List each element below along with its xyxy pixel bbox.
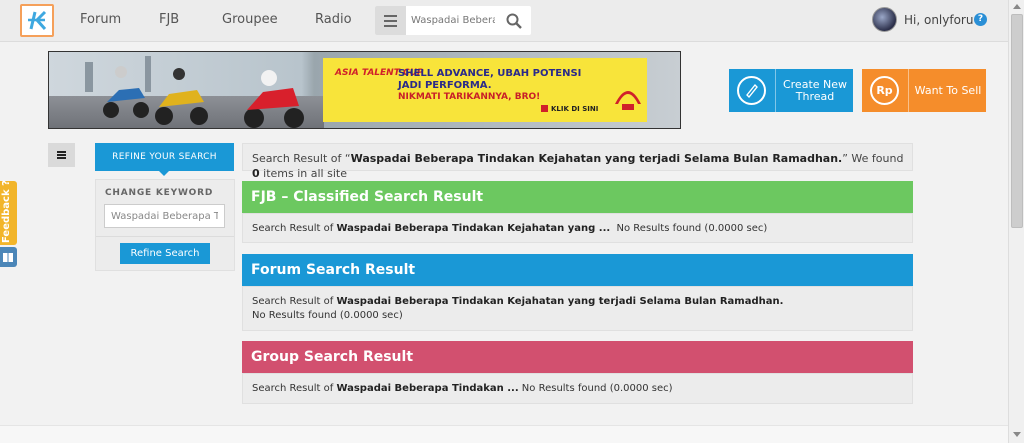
ad-cta-link[interactable]: KLIK DI SINI bbox=[541, 105, 598, 113]
create-new-thread-button[interactable]: Create New Thread bbox=[729, 69, 853, 112]
scroll-down-arrow-icon[interactable] bbox=[1013, 432, 1021, 437]
result-status: No Results found (0.0000 sec) bbox=[252, 310, 403, 321]
result-query: Waspadai Beberapa Tindakan Kejahatan yan… bbox=[336, 296, 784, 307]
nav-forum[interactable]: Forum bbox=[80, 12, 121, 27]
feedback-tab[interactable]: Feedback ? bbox=[0, 180, 17, 245]
result-status: No Results found (0.0000 sec) bbox=[610, 223, 768, 234]
ad-banner[interactable]: ASIA TALENT CUP SHELL ADVANCE, UBAH POTE… bbox=[48, 51, 681, 129]
summary-query: Waspadai Beberapa Tindakan Kejahatan yan… bbox=[350, 152, 843, 165]
horizontal-scrollbar[interactable] bbox=[0, 425, 1008, 443]
search-category-menu-button[interactable] bbox=[375, 6, 406, 35]
top-navbar: Forum FJB Groupee Radio Hi, onlyforu ? bbox=[0, 0, 1008, 42]
want-to-sell-label: Want To Sell bbox=[914, 83, 982, 97]
menu-bar bbox=[384, 20, 397, 22]
vertical-scrollbar[interactable] bbox=[1008, 0, 1024, 443]
forum-section-header: Forum Search Result bbox=[242, 254, 913, 286]
menu-bar bbox=[384, 15, 397, 17]
menu-bar bbox=[384, 25, 397, 27]
search-summary-text: Search Result of “Waspadai Beberapa Tind… bbox=[252, 151, 907, 181]
group-result-text: Search Result of Waspadai Beberapa Tinda… bbox=[252, 382, 812, 396]
result-prefix: Search Result of bbox=[252, 223, 337, 234]
feedback-label: Feedback ? bbox=[1, 180, 12, 243]
create-thread-label: Create New Thread bbox=[782, 77, 848, 103]
refine-search-panel: CHANGE KEYWORD Refine Search bbox=[95, 179, 235, 271]
nav-groupee[interactable]: Groupee bbox=[222, 12, 278, 27]
avatar[interactable] bbox=[872, 7, 897, 32]
nav-fjb[interactable]: FJB bbox=[159, 12, 179, 27]
result-query: Waspadai Beberapa Tindakan Kejahatan yan… bbox=[336, 223, 611, 234]
logo-k-icon bbox=[28, 10, 47, 30]
scrollbar-thumb[interactable] bbox=[1011, 14, 1023, 228]
ad-headline: SHELL ADVANCE, UBAH POTENSI JADI PERFORM… bbox=[398, 68, 582, 91]
search-icon[interactable] bbox=[505, 12, 523, 30]
menu-bar bbox=[57, 151, 66, 153]
search-box bbox=[375, 6, 531, 35]
pencil-icon bbox=[737, 76, 766, 105]
summary-count: 0 bbox=[252, 167, 260, 180]
rupiah-icon: Rp bbox=[870, 76, 899, 105]
ad-subline: NIKMATI TARIKANNYA, BRO! bbox=[398, 92, 541, 102]
book-icon bbox=[3, 253, 13, 262]
refine-search-tab[interactable]: REFINE YOUR SEARCH bbox=[95, 143, 234, 176]
help-icon[interactable]: ? bbox=[974, 13, 987, 26]
change-keyword-label: CHANGE KEYWORD bbox=[105, 188, 214, 198]
summary-prefix: Search Result of “ bbox=[252, 152, 351, 165]
sidebar-toggle-button[interactable] bbox=[48, 143, 75, 167]
result-prefix: Search Result of bbox=[252, 296, 337, 307]
keyword-input[interactable] bbox=[104, 204, 225, 228]
fjb-result-text: Search Result of Waspadai Beberapa Tinda… bbox=[252, 222, 812, 236]
result-prefix: Search Result of bbox=[252, 383, 337, 394]
summary-suffix: items in all site bbox=[259, 167, 347, 180]
fjb-section-header: FJB – Classified Search Result bbox=[242, 181, 913, 213]
result-query: Waspadai Beberapa Tindakan ... bbox=[336, 383, 519, 394]
menu-bar bbox=[57, 157, 66, 159]
motorbike-riders-image bbox=[85, 56, 304, 128]
summary-mid: ” We found bbox=[842, 152, 904, 165]
group-section-header: Group Search Result bbox=[242, 341, 913, 373]
kaskus-logo[interactable] bbox=[20, 4, 54, 37]
divider bbox=[96, 236, 234, 237]
shell-ad-panel[interactable]: ASIA TALENT CUP SHELL ADVANCE, UBAH POTE… bbox=[323, 58, 647, 122]
nav-radio[interactable]: Radio bbox=[315, 12, 352, 27]
search-summary: Search Result of “Waspadai Beberapa Tind… bbox=[242, 143, 913, 180]
button-divider bbox=[908, 69, 909, 112]
user-greeting[interactable]: Hi, onlyforu bbox=[904, 13, 973, 27]
forum-result-text: Search Result of Waspadai Beberapa Tinda… bbox=[252, 295, 797, 323]
search-input[interactable] bbox=[411, 11, 495, 30]
group-section-body: Search Result of Waspadai Beberapa Tinda… bbox=[242, 373, 913, 404]
fjb-section-body: Search Result of Waspadai Beberapa Tinda… bbox=[242, 213, 913, 243]
scroll-up-arrow-icon[interactable] bbox=[1013, 4, 1021, 9]
want-to-sell-button[interactable]: Rp Want To Sell bbox=[862, 69, 986, 112]
pencil-glyph bbox=[746, 83, 758, 99]
feedback-book-icon[interactable] bbox=[0, 247, 17, 267]
forum-section-body: Search Result of Waspadai Beberapa Tinda… bbox=[242, 286, 913, 331]
shell-logo-icon bbox=[615, 91, 641, 110]
result-status: No Results found (0.0000 sec) bbox=[518, 383, 673, 394]
refine-search-button[interactable]: Refine Search bbox=[120, 243, 210, 264]
button-divider bbox=[775, 69, 776, 112]
menu-bar bbox=[57, 154, 66, 156]
